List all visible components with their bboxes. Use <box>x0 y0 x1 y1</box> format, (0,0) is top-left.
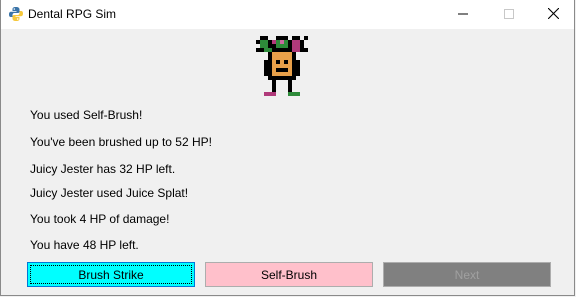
minimize-button[interactable] <box>440 0 486 29</box>
window-title: Dental RPG Sim <box>28 7 117 21</box>
log-line: You took 4 HP of damage! <box>30 212 170 226</box>
log-line: Juicy Jester has 32 HP left. <box>30 162 176 176</box>
log-line: You've been brushed up to 52 HP! <box>30 135 212 149</box>
app-window: Dental RPG Sim You used Self-Brush! You'… <box>0 0 575 296</box>
log-line: You have 48 HP left. <box>30 238 139 252</box>
maximize-button[interactable] <box>486 0 532 29</box>
maximize-icon <box>504 6 514 24</box>
python-icon <box>8 6 24 22</box>
jester-sprite <box>256 36 308 96</box>
close-button[interactable] <box>530 0 576 29</box>
self-brush-button[interactable]: Self-Brush <box>205 262 373 287</box>
log-line: Juicy Jester used Juice Splat! <box>30 186 189 200</box>
title-bar[interactable]: Dental RPG Sim <box>1 0 574 29</box>
next-button[interactable]: Next <box>383 262 551 287</box>
brush-strike-button[interactable]: Brush Strike <box>27 262 195 287</box>
minimize-icon <box>458 6 468 24</box>
log-line: You used Self-Brush! <box>30 108 143 122</box>
close-icon <box>547 6 559 24</box>
